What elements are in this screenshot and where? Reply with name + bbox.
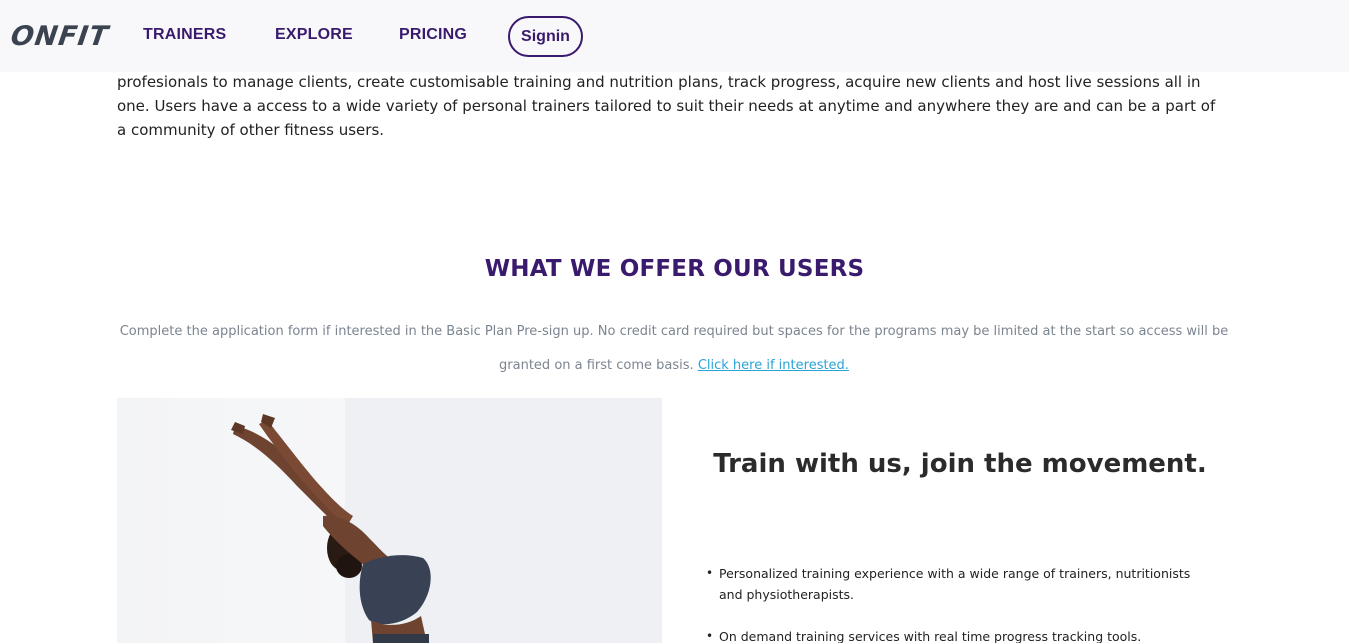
list-item: • On demand training services with real …: [706, 626, 1206, 643]
list-item: • Personalized training experience with …: [706, 563, 1206, 605]
top-navbar: ONFIT TRAINERS EXPLORE PRICING Signin: [0, 0, 1349, 72]
yoga-stretch-photo: [117, 398, 662, 643]
list-item-text: On demand training services with real ti…: [719, 629, 1142, 643]
bullet-icon: •: [706, 566, 714, 580]
bullet-icon: •: [706, 629, 714, 643]
nav-link-pricing[interactable]: PRICING: [399, 26, 467, 44]
page: ONFIT TRAINERS EXPLORE PRICING Signin pr…: [0, 0, 1349, 643]
onfit-logo[interactable]: ONFIT: [9, 21, 111, 52]
section-title: WHAT WE OFFER OUR USERS: [484, 256, 865, 282]
nav-link-trainers[interactable]: TRAINERS: [143, 26, 226, 44]
nav-link-explore[interactable]: EXPLORE: [275, 26, 353, 44]
features-title: Train with us, join the movement.: [713, 449, 1207, 479]
interest-link[interactable]: Click here if interested.: [698, 358, 849, 373]
features-list: • Personalized training experience with …: [706, 563, 1206, 643]
section-description-text: Complete the application form if interes…: [119, 324, 1229, 373]
section-description: Complete the application form if interes…: [117, 315, 1231, 383]
yoga-stretch-illustration: [231, 398, 662, 643]
intro-paragraph: profesionals to manage clients, create c…: [117, 73, 1216, 139]
signin-button[interactable]: Signin: [508, 16, 583, 57]
list-item-text: Personalized training experience with a …: [719, 566, 1191, 602]
